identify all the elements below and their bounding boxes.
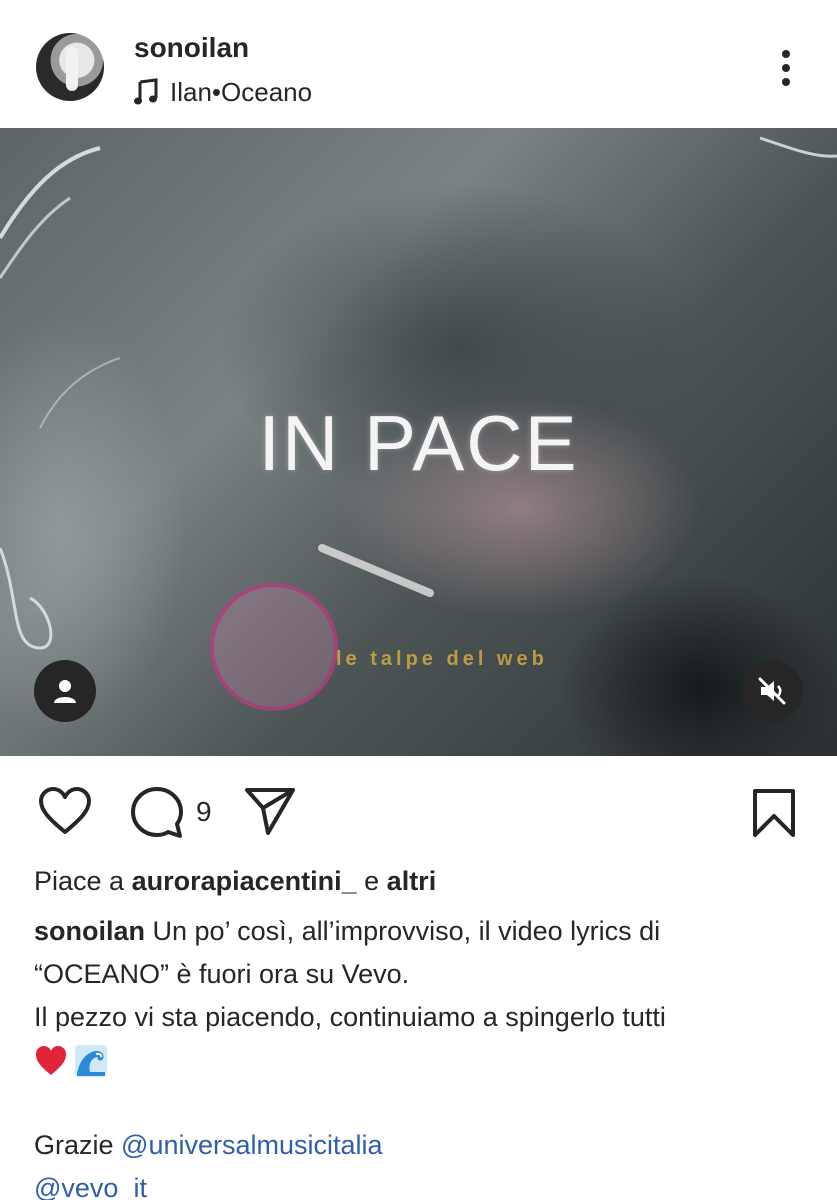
bookmark-icon[interactable] (752, 788, 796, 838)
post-caption: sonoilan Un po’ così, all’improvviso, il… (34, 910, 814, 1082)
likes-middle: e (356, 866, 387, 896)
post-username[interactable]: sonoilan (134, 32, 249, 64)
watermark-logo (210, 583, 338, 711)
likes-prefix: Piace a (34, 866, 132, 896)
mute-button[interactable] (741, 660, 803, 722)
caption-line-1: sonoilan Un po’ così, all’improvviso, il… (34, 910, 814, 953)
music-info[interactable]: Ilan • Oceano (134, 76, 312, 108)
red-heart-icon (36, 1045, 66, 1075)
speaker-muted-icon (758, 677, 786, 705)
post-header: sonoilan Ilan • Oceano (0, 0, 837, 128)
post-video[interactable]: IN PACE le talpe del web (0, 128, 837, 756)
comment-count: 9 (196, 796, 212, 827)
video-overlay-text: IN PACE (258, 399, 579, 487)
thanks-line: Grazie @universalmusicitalia (34, 1124, 383, 1167)
heart-icon[interactable] (38, 786, 92, 836)
watermark-text: le talpe del web (336, 648, 548, 670)
action-bar: 9 (0, 756, 837, 856)
likes-user[interactable]: aurorapiacentini_ (132, 866, 357, 896)
person-icon (54, 680, 76, 703)
tagged-users-button[interactable] (34, 660, 96, 722)
more-options-icon[interactable] (770, 46, 802, 90)
comment-icon[interactable] (130, 786, 184, 840)
caption-line-2: “OCEANO” è fuori ora su Vevo. (34, 959, 410, 989)
caption-emojis (34, 1039, 814, 1082)
caption-line-3: Il pezzo vi sta piacendo, continuiamo a … (34, 1002, 666, 1032)
mention-universalmusicitalia[interactable]: @universalmusicitalia (121, 1130, 383, 1160)
likes-summary[interactable]: Piace a aurorapiacentini_ e altri (34, 866, 436, 897)
caption-thanks: Grazie @universalmusicitalia @vevo_it (34, 1124, 383, 1200)
caption-username[interactable]: sonoilan (34, 916, 145, 946)
instagram-post: sonoilan Ilan • Oceano IN PACE le talpe … (0, 0, 837, 1200)
wave-icon (75, 1044, 107, 1077)
music-artist: Ilan (170, 76, 212, 107)
thanks-prefix: Grazie (34, 1130, 122, 1160)
music-song: Oceano (221, 76, 313, 107)
avatar[interactable] (36, 33, 104, 101)
send-icon[interactable] (244, 786, 296, 836)
caption-text-1: Un po’ così, all’improvviso, il video ly… (145, 916, 661, 946)
music-note-icon (134, 78, 158, 105)
mention-vevo[interactable]: @vevo_it (34, 1167, 383, 1200)
music-separator: • (211, 76, 222, 107)
likes-others[interactable]: altri (387, 866, 437, 896)
